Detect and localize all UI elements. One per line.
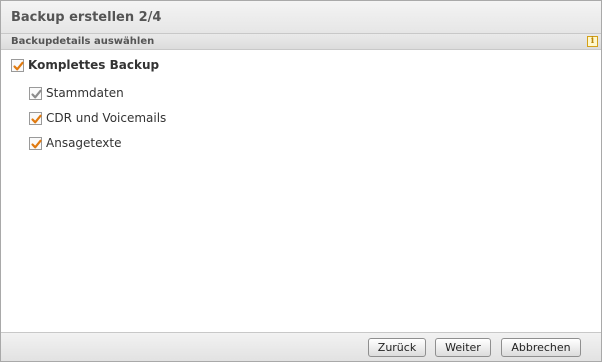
cancel-button[interactable]: Abbrechen xyxy=(501,338,581,357)
ansagetexte-label: Ansagetexte xyxy=(46,136,122,150)
back-button[interactable]: Zurück xyxy=(368,338,426,357)
complete-backup-option[interactable]: Komplettes Backup xyxy=(11,58,159,72)
next-button[interactable]: Weiter xyxy=(435,338,491,357)
stammdaten-option[interactable]: Stammdaten xyxy=(29,86,124,100)
cdr-voicemails-option[interactable]: CDR und Voicemails xyxy=(29,111,166,125)
checkmark-icon xyxy=(31,89,42,98)
title-bar: Backup erstellen 2/4 xyxy=(1,1,601,34)
stammdaten-checkbox[interactable] xyxy=(29,86,42,100)
backup-dialog: Backup erstellen 2/4 Backupdetails auswä… xyxy=(0,0,602,362)
checkmark-icon xyxy=(31,139,42,148)
cdr-voicemails-checkbox[interactable] xyxy=(29,111,42,125)
cdr-voicemails-label: CDR und Voicemails xyxy=(46,111,167,125)
checkmark-icon xyxy=(13,61,24,70)
ansagetexte-option[interactable]: Ansagetexte xyxy=(29,136,122,150)
dialog-footer: Zurück Weiter Abbrechen xyxy=(1,332,601,361)
section-title: Backupdetails auswählen xyxy=(11,36,155,47)
complete-backup-checkbox[interactable] xyxy=(11,58,24,72)
info-icon[interactable]: i xyxy=(587,36,598,47)
complete-backup-label: Komplettes Backup xyxy=(28,58,160,72)
section-header: Backupdetails auswählen i xyxy=(1,34,601,50)
checkmark-icon xyxy=(31,114,42,123)
stammdaten-label: Stammdaten xyxy=(46,86,124,100)
ansagetexte-checkbox[interactable] xyxy=(29,136,42,150)
dialog-title: Backup erstellen 2/4 xyxy=(11,10,162,25)
